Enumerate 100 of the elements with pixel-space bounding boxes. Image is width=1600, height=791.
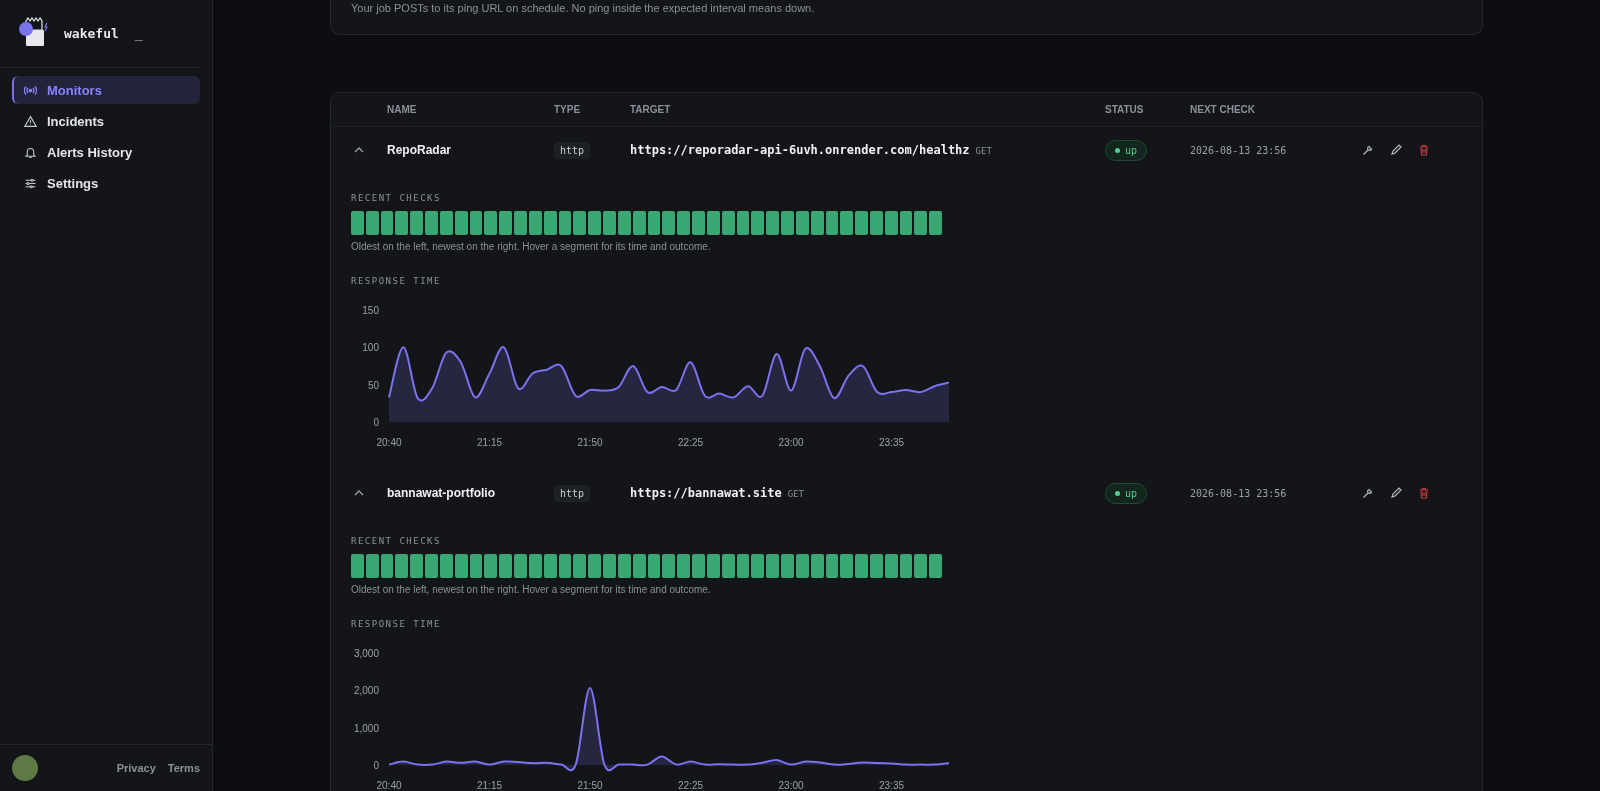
check-segment[interactable] bbox=[751, 554, 765, 578]
check-segment[interactable] bbox=[558, 554, 572, 578]
check-segment[interactable] bbox=[588, 211, 602, 235]
check-segment[interactable] bbox=[677, 554, 691, 578]
trash-icon[interactable] bbox=[1418, 144, 1430, 156]
check-segment[interactable] bbox=[677, 211, 691, 235]
check-segment[interactable] bbox=[365, 554, 379, 578]
check-segment[interactable] bbox=[380, 211, 394, 235]
check-segment[interactable] bbox=[899, 211, 913, 235]
check-segment[interactable] bbox=[840, 554, 854, 578]
check-segment[interactable] bbox=[781, 211, 794, 235]
check-segment[interactable] bbox=[662, 211, 676, 235]
check-segment[interactable] bbox=[632, 554, 646, 578]
footer-link[interactable]: Terms bbox=[167, 762, 200, 774]
wrench-icon[interactable] bbox=[1362, 144, 1374, 156]
check-segment[interactable] bbox=[395, 211, 409, 235]
check-segment[interactable] bbox=[721, 211, 735, 235]
check-segment[interactable] bbox=[929, 554, 943, 578]
check-segment[interactable] bbox=[884, 211, 898, 235]
check-segment[interactable] bbox=[410, 211, 424, 235]
check-segment[interactable] bbox=[766, 554, 779, 578]
check-segment[interactable] bbox=[736, 211, 750, 235]
check-segment[interactable] bbox=[647, 211, 661, 235]
check-segment[interactable] bbox=[899, 554, 913, 578]
check-segment[interactable] bbox=[692, 554, 705, 578]
check-segment[interactable] bbox=[795, 211, 809, 235]
check-segment[interactable] bbox=[351, 211, 364, 235]
nav-item[interactable]: Incidents bbox=[12, 107, 200, 135]
nav-item[interactable]: Settings bbox=[12, 169, 200, 197]
check-segment[interactable] bbox=[870, 211, 883, 235]
check-segment[interactable] bbox=[914, 554, 928, 578]
check-segment[interactable] bbox=[499, 211, 513, 235]
check-segment[interactable] bbox=[514, 211, 527, 235]
check-segment[interactable] bbox=[603, 211, 616, 235]
check-segment[interactable] bbox=[706, 554, 720, 578]
check-segment[interactable] bbox=[647, 554, 661, 578]
check-segment[interactable] bbox=[588, 554, 602, 578]
check-segment[interactable] bbox=[751, 211, 765, 235]
check-segment[interactable] bbox=[573, 211, 587, 235]
x-axis-label: 21:50 bbox=[577, 780, 603, 791]
chevron-icon[interactable] bbox=[354, 490, 364, 496]
check-segment[interactable] bbox=[692, 211, 705, 235]
check-segment[interactable] bbox=[795, 554, 809, 578]
check-segment[interactable] bbox=[514, 554, 527, 578]
check-segment[interactable] bbox=[484, 554, 498, 578]
check-segment[interactable] bbox=[810, 211, 824, 235]
x-axis-label: 22:25 bbox=[678, 437, 704, 448]
check-segment[interactable] bbox=[558, 211, 572, 235]
check-segment[interactable] bbox=[706, 211, 720, 235]
check-segment[interactable] bbox=[736, 554, 750, 578]
check-segment[interactable] bbox=[721, 554, 735, 578]
check-segment[interactable] bbox=[425, 211, 438, 235]
check-segment[interactable] bbox=[884, 554, 898, 578]
check-segment[interactable] bbox=[425, 554, 438, 578]
check-segment[interactable] bbox=[439, 554, 453, 578]
check-segment[interactable] bbox=[929, 211, 943, 235]
check-segment[interactable] bbox=[469, 211, 483, 235]
check-segment[interactable] bbox=[855, 554, 868, 578]
check-segment[interactable] bbox=[365, 211, 379, 235]
section-label: RESPONSE TIME bbox=[351, 619, 442, 629]
check-segment[interactable] bbox=[766, 211, 779, 235]
check-segment[interactable] bbox=[781, 554, 794, 578]
pencil-icon[interactable] bbox=[1390, 144, 1402, 156]
y-axis-label: 50 bbox=[367, 379, 379, 391]
wrench-icon[interactable] bbox=[1362, 487, 1374, 499]
check-segment[interactable] bbox=[528, 211, 542, 235]
x-axis-label: 21:15 bbox=[477, 437, 503, 448]
avatar-photo[interactable] bbox=[12, 755, 38, 781]
pencil-icon[interactable] bbox=[1390, 487, 1402, 499]
check-segment[interactable] bbox=[439, 211, 453, 235]
check-segment[interactable] bbox=[632, 211, 646, 235]
footer-link[interactable]: Privacy bbox=[116, 762, 156, 774]
nav-item[interactable]: Monitors bbox=[12, 76, 200, 104]
check-segment[interactable] bbox=[454, 211, 468, 235]
check-segment[interactable] bbox=[395, 554, 409, 578]
check-segment[interactable] bbox=[469, 554, 483, 578]
nav-item[interactable]: Alerts History bbox=[12, 138, 200, 166]
check-segment[interactable] bbox=[380, 554, 394, 578]
check-segment[interactable] bbox=[528, 554, 542, 578]
chevron-icon[interactable] bbox=[354, 147, 364, 153]
check-segment[interactable] bbox=[351, 554, 364, 578]
check-segment[interactable] bbox=[617, 211, 631, 235]
check-segment[interactable] bbox=[810, 554, 824, 578]
check-segment[interactable] bbox=[617, 554, 631, 578]
check-segment[interactable] bbox=[840, 211, 854, 235]
check-segment[interactable] bbox=[543, 211, 557, 235]
check-segment[interactable] bbox=[454, 554, 468, 578]
check-segment[interactable] bbox=[825, 211, 839, 235]
check-segment[interactable] bbox=[543, 554, 557, 578]
check-segment[interactable] bbox=[603, 554, 616, 578]
check-segment[interactable] bbox=[855, 211, 868, 235]
check-segment[interactable] bbox=[410, 554, 424, 578]
check-segment[interactable] bbox=[484, 211, 498, 235]
check-segment[interactable] bbox=[499, 554, 513, 578]
check-segment[interactable] bbox=[573, 554, 587, 578]
check-segment[interactable] bbox=[914, 211, 928, 235]
check-segment[interactable] bbox=[870, 554, 883, 578]
check-segment[interactable] bbox=[825, 554, 839, 578]
trash-icon[interactable] bbox=[1418, 487, 1430, 499]
check-segment[interactable] bbox=[662, 554, 676, 578]
